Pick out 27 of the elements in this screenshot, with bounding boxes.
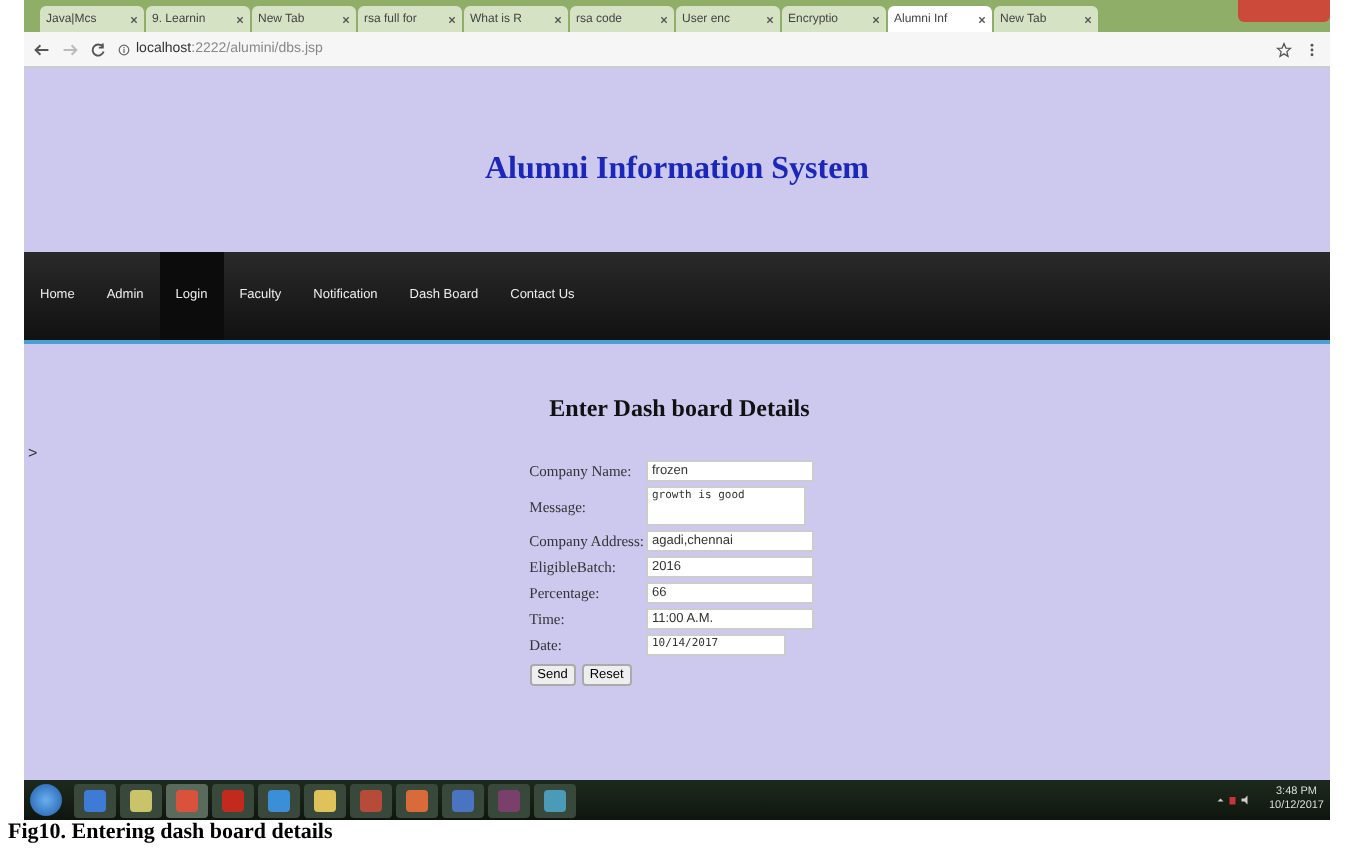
taskbar-app-icon[interactable]: [534, 783, 576, 817]
info-icon: [118, 43, 130, 55]
taskbar-app-icon[interactable]: [120, 783, 162, 817]
taskbar-app-icon[interactable]: [304, 783, 346, 817]
close-icon[interactable]: [978, 15, 986, 23]
close-icon[interactable]: [554, 15, 562, 23]
taskbar-app-icon[interactable]: [74, 783, 116, 817]
form-heading: Enter Dash board Details: [549, 394, 812, 424]
close-icon[interactable]: [342, 15, 350, 23]
close-icon[interactable]: [872, 15, 880, 23]
back-icon[interactable]: [34, 41, 50, 57]
close-icon[interactable]: [130, 15, 138, 23]
taskbar-app-icon[interactable]: [258, 783, 300, 817]
close-icon[interactable]: [1084, 15, 1092, 23]
reload-icon[interactable]: [90, 41, 106, 57]
tray-icons[interactable]: [1216, 794, 1253, 806]
taskbar-app-icon[interactable]: [166, 783, 208, 817]
start-button[interactable]: [30, 784, 62, 816]
star-icon[interactable]: [1276, 41, 1292, 57]
taskbar-app-icon[interactable]: [396, 783, 438, 817]
side-marker: >: [28, 444, 38, 466]
site-title: Alumni Information System: [482, 152, 871, 190]
close-icon[interactable]: [448, 15, 456, 23]
close-icon[interactable]: [660, 15, 668, 23]
figure-caption: Fig10. Entering dash board details: [8, 820, 335, 846]
close-icon[interactable]: [766, 15, 774, 23]
close-icon[interactable]: [236, 15, 244, 23]
